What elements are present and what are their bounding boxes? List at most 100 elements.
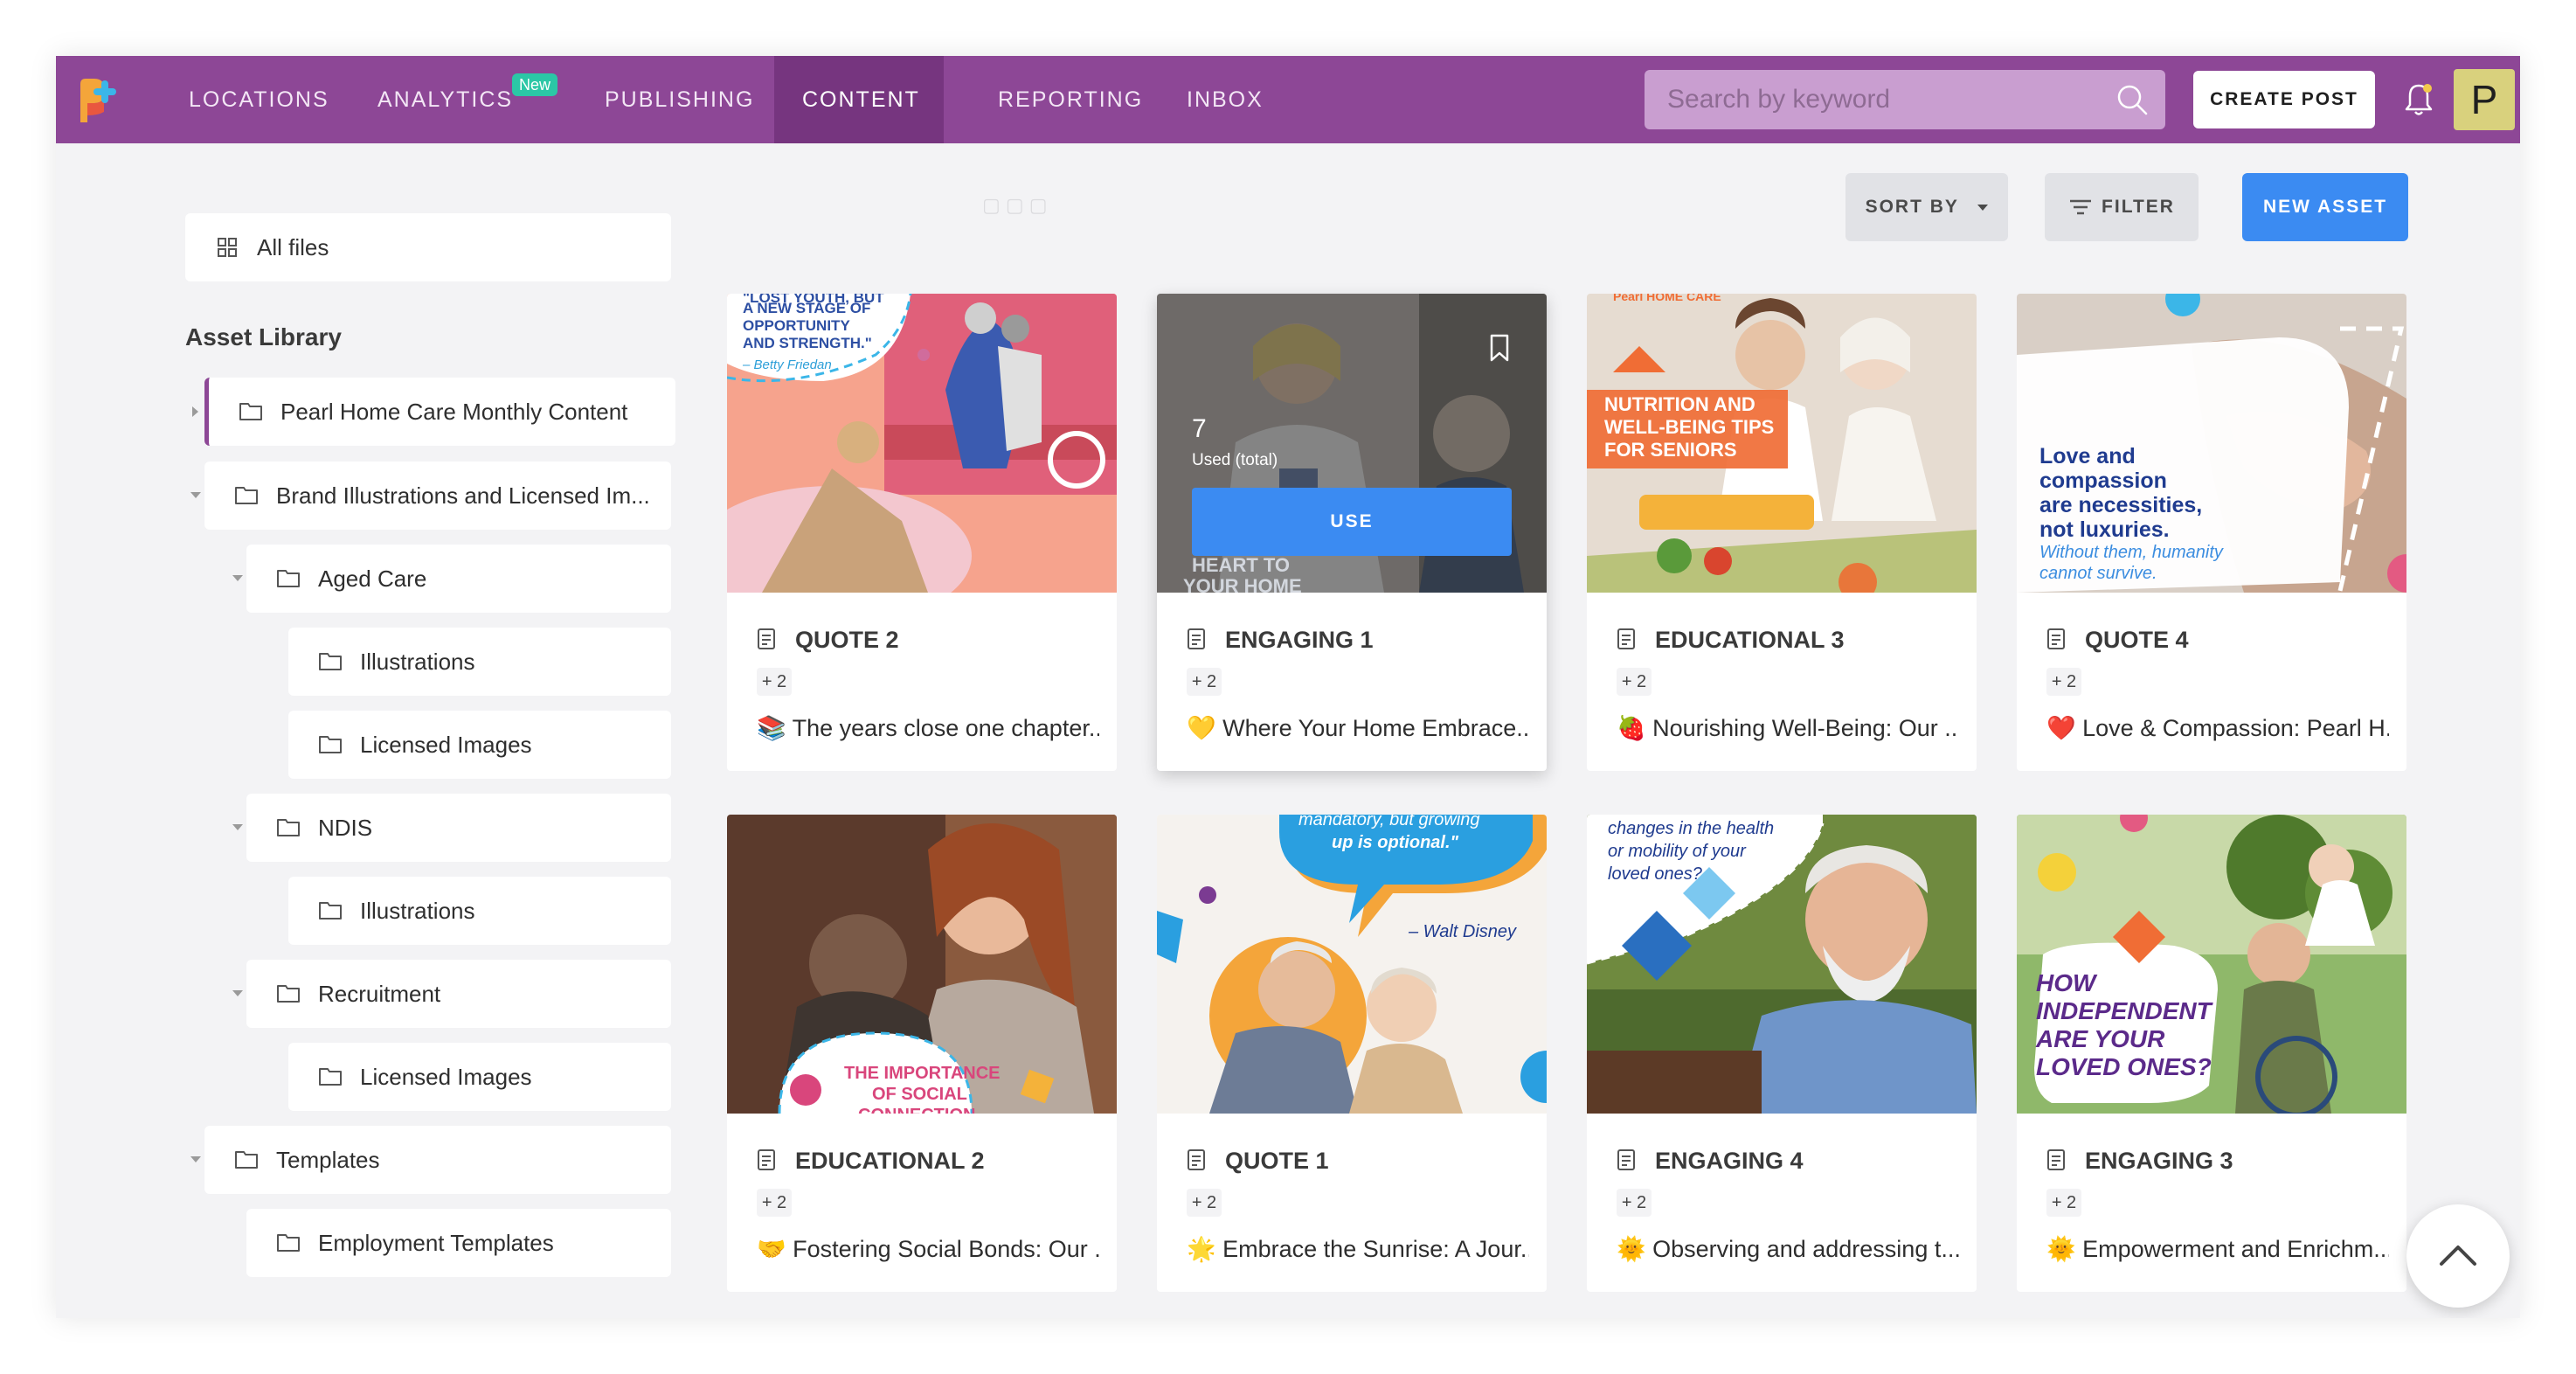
asset-thumbnail: Love and compassion are necessities, not…: [2017, 294, 2406, 593]
user-avatar[interactable]: P: [2454, 69, 2515, 130]
asset-card[interactable]: Love and compassion are necessities, not…: [2017, 294, 2406, 771]
usage-count: 7: [1192, 414, 1207, 443]
card-description-text: Nourishing Well-Being: Our ...: [1652, 715, 1959, 741]
thumb-text: or mobility of your: [1608, 842, 1747, 861]
asset-card[interactable]: HEART TO YOUR HOME 7 Used (total) USE EN…: [1157, 294, 1547, 771]
nav-inbox[interactable]: INBOX: [1159, 56, 1291, 143]
folder-aged-care[interactable]: Aged Care: [246, 545, 671, 613]
asset-card[interactable]: THE IMPORTANCE OF SOCIAL CONNECTION EDUC…: [727, 815, 1117, 1292]
filter-button[interactable]: FILTER: [2045, 173, 2199, 241]
thumb-text: up is optional.": [1332, 833, 1459, 852]
folder-icon: [319, 653, 342, 670]
folder-licensed-images[interactable]: Licensed Images: [288, 1043, 671, 1111]
thumb-text: FOR SENIORS: [1604, 439, 1737, 461]
top-navigation-bar: LOCATIONS ANALYTICS New PUBLISHING CONTE…: [56, 56, 2520, 143]
caret-down-icon[interactable]: [232, 824, 243, 830]
more-tags-badge[interactable]: + 2: [757, 668, 792, 696]
folder-employment-templates[interactable]: Employment Templates: [246, 1209, 671, 1277]
thumb-text: changes in the health: [1608, 819, 1774, 838]
more-tags-badge[interactable]: + 2: [2046, 1189, 2081, 1217]
folder-label: Illustrations: [360, 898, 475, 924]
asset-library-heading: Asset Library: [185, 323, 342, 350]
use-asset-button[interactable]: USE: [1192, 488, 1512, 556]
folder-icon: [319, 736, 342, 753]
folder-icon: [239, 403, 262, 420]
card-description: 🤝 Fostering Social Bonds: Our ...: [757, 1232, 1099, 1266]
card-title: QUOTE 1: [1225, 1148, 1329, 1174]
card-title: ENGAGING 1: [1225, 627, 1374, 653]
document-icon: [2047, 1149, 2065, 1170]
search-icon[interactable]: [2115, 82, 2150, 117]
folder-label: Licensed Images: [360, 732, 532, 758]
more-tags-badge[interactable]: + 2: [757, 1189, 792, 1217]
folder-icon: [277, 570, 300, 587]
thumb-text: INDEPENDENT: [2036, 997, 2214, 1024]
scroll-to-top-button[interactable]: [2406, 1204, 2510, 1308]
nav-reporting[interactable]: REPORTING: [970, 56, 1171, 143]
folder-ndis[interactable]: NDIS: [246, 794, 671, 862]
folder-illustrations[interactable]: Illustrations: [288, 877, 671, 945]
folder-label: Licensed Images: [360, 1064, 532, 1090]
asset-thumbnail: THE IMPORTANCE OF SOCIAL CONNECTION: [727, 815, 1117, 1114]
more-tags-badge[interactable]: + 2: [1617, 668, 1652, 696]
asset-card[interactable]: mandatory, but growing up is optional." …: [1157, 815, 1547, 1292]
folder-brand-illustrations[interactable]: Brand Illustrations and Licensed Im...: [204, 461, 671, 530]
folder-label: Aged Care: [318, 566, 427, 592]
card-title: EDUCATIONAL 3: [1655, 627, 1845, 653]
caret-down-icon[interactable]: [190, 1156, 201, 1162]
card-emoji: 🌞: [1617, 1236, 1646, 1262]
more-tags-badge[interactable]: + 2: [1187, 668, 1222, 696]
all-files-label: All files: [257, 234, 329, 260]
thumb-text: WELL-BEING TIPS: [1604, 416, 1774, 438]
thumb-text: are necessities,: [2039, 493, 2202, 517]
create-post-button[interactable]: CREATE POST: [2193, 71, 2375, 128]
app-logo[interactable]: [75, 73, 124, 128]
new-asset-button[interactable]: NEW ASSET: [2242, 173, 2408, 241]
notification-bell-icon[interactable]: [2399, 80, 2438, 119]
nav-content[interactable]: CONTENT: [774, 56, 944, 143]
card-title: ENGAGING 4: [1655, 1148, 1804, 1174]
document-icon: [1188, 628, 1205, 649]
folder-illustrations[interactable]: Illustrations: [288, 628, 671, 696]
bookmark-icon[interactable]: [1489, 334, 1510, 362]
card-emoji: ❤️: [2046, 715, 2076, 741]
nav-analytics[interactable]: ANALYTICS: [350, 56, 541, 143]
thumb-text: AND STRENGTH.": [743, 335, 872, 351]
nav-locations[interactable]: LOCATIONS: [161, 56, 357, 143]
caret-down-icon[interactable]: [232, 990, 243, 996]
folder-recruitment[interactable]: Recruitment: [246, 960, 671, 1028]
folder-licensed-images[interactable]: Licensed Images: [288, 711, 671, 779]
caret-down-icon[interactable]: [190, 492, 201, 498]
card-title: QUOTE 4: [2085, 627, 2189, 653]
card-description-text: Fostering Social Bonds: Our ...: [793, 1236, 1099, 1262]
asset-card[interactable]: changes in the health or mobility of you…: [1587, 815, 1977, 1292]
thumb-text: Love and: [2039, 444, 2136, 468]
asset-card[interactable]: HOW INDEPENDENT ARE YOUR LOVED ONES? ENG…: [2017, 815, 2406, 1292]
search-input[interactable]: [1645, 70, 2108, 129]
more-tags-badge[interactable]: + 2: [1187, 1189, 1222, 1217]
card-title: EDUCATIONAL 2: [795, 1148, 985, 1174]
card-description-text: The years close one chapter...: [792, 715, 1099, 741]
asset-card[interactable]: "LOST YOUTH, BUT A NEW STAGE OF OPPORTUN…: [727, 294, 1117, 771]
card-description: 💛 Where Your Home Embrace...: [1187, 711, 1529, 745]
thumb-text: OF SOCIAL: [872, 1085, 967, 1104]
card-description-text: Observing and addressing t...: [1652, 1236, 1959, 1262]
thumb-text: Pearl HOME CARE: [1613, 294, 1721, 303]
asset-thumbnail: HOW INDEPENDENT ARE YOUR LOVED ONES?: [2017, 815, 2406, 1114]
more-tags-badge[interactable]: + 2: [1617, 1189, 1652, 1217]
nav-publishing[interactable]: PUBLISHING: [577, 56, 782, 143]
folder-pearl-home-care-monthly-content[interactable]: Pearl Home Care Monthly Content: [204, 378, 675, 446]
asset-card[interactable]: NUTRITION AND WELL-BEING TIPS FOR SENIOR…: [1587, 294, 1977, 771]
caret-right-icon[interactable]: [192, 406, 198, 417]
more-tags-badge[interactable]: + 2: [2046, 668, 2081, 696]
folder-label: Brand Illustrations and Licensed Im...: [276, 482, 650, 509]
sort-by-button[interactable]: SORT BY: [1845, 173, 2008, 241]
caret-down-icon[interactable]: [232, 575, 243, 581]
card-emoji: 📚: [757, 715, 786, 741]
document-icon: [2047, 628, 2065, 649]
filter-label: FILTER: [2102, 197, 2175, 217]
caret-down-icon: [1977, 204, 1989, 211]
folder-templates[interactable]: Templates: [204, 1126, 671, 1194]
all-files-button[interactable]: All files: [185, 213, 671, 281]
document-icon: [1617, 1149, 1635, 1170]
